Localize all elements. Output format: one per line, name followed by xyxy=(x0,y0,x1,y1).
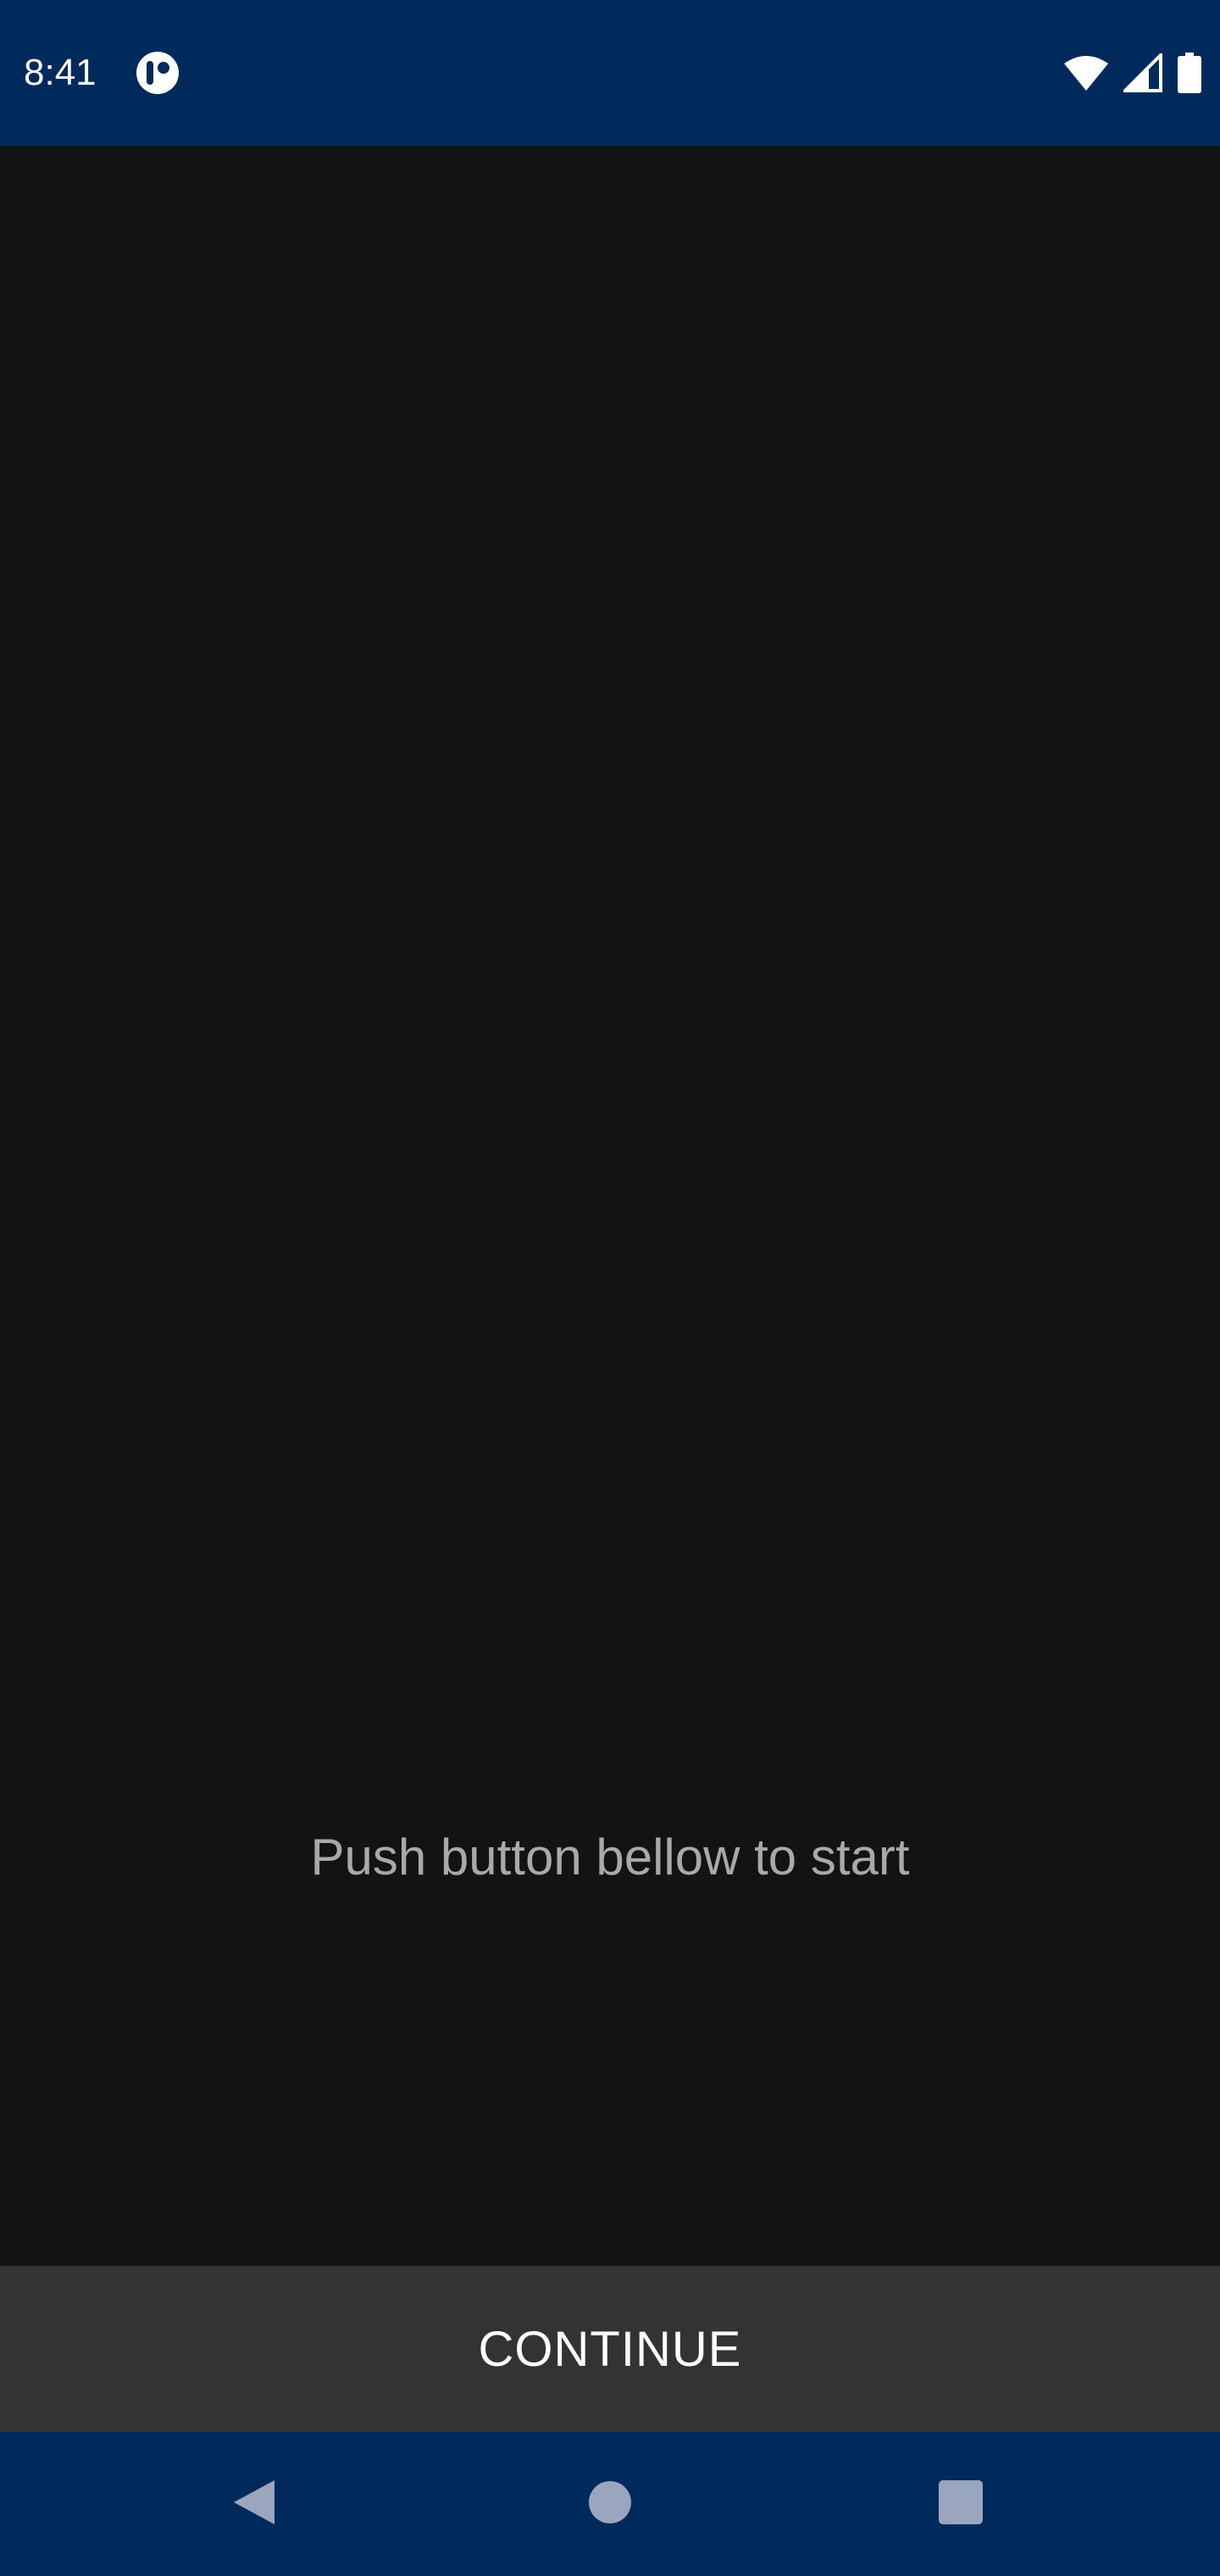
start-prompt: Push button bellow to start xyxy=(310,1829,910,1885)
continue-button[interactable]: CONTINUE xyxy=(0,2266,1220,2432)
cellular-signal-icon xyxy=(1123,53,1162,92)
status-time: 8:41 xyxy=(24,52,97,93)
back-button[interactable] xyxy=(169,2432,339,2576)
recents-icon xyxy=(938,2479,984,2529)
app-notification-icon xyxy=(136,51,180,95)
home-button[interactable] xyxy=(525,2432,695,2576)
back-icon xyxy=(230,2477,278,2532)
navigation-bar xyxy=(0,2432,1220,2576)
home-icon xyxy=(588,2480,632,2529)
battery-icon xyxy=(1178,53,1201,93)
wifi-icon xyxy=(1064,55,1108,91)
screen: 8:41 Push button bellow to start CONTINU… xyxy=(0,0,1220,2576)
status-bar: 8:41 xyxy=(0,0,1220,146)
recents-button[interactable] xyxy=(876,2432,1045,2576)
status-icons xyxy=(1064,51,1201,95)
main-content xyxy=(0,146,1220,2266)
